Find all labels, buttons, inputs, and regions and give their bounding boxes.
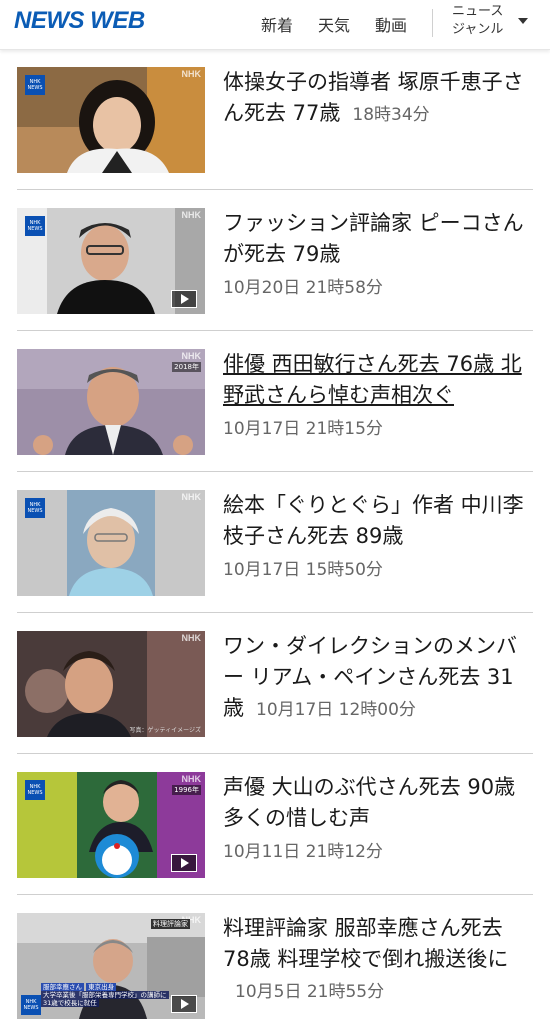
article-title[interactable]: 料理評論家 服部幸應さん死去 78歳 料理学校で倒れ搬送後に 10月5日 21時5… xyxy=(223,913,529,1008)
nhk-watermark: NHK xyxy=(181,210,202,220)
nav-video-link[interactable]: 動画 xyxy=(375,12,407,36)
article-item[interactable]: NHK NEWS NHK ファッション評論家 ピーコさんが死去 79歳 10月20… xyxy=(17,191,533,331)
nav-latest-link[interactable]: 新着 xyxy=(261,12,293,36)
article-title[interactable]: 俳優 西田敏行さん死去 76歳 北野武さんら悼む声相次ぐ 10月17日 21時1… xyxy=(223,349,529,445)
nhk-watermark: NHK xyxy=(181,69,202,79)
article-item[interactable]: NHK 2018年 俳優 西田敏行さん死去 76歳 北野武さんら悼む声相次ぐ 1… xyxy=(17,332,533,472)
caption-line: 大学卒業後「服部栄養専門学校」の講師に xyxy=(41,991,169,999)
caption-line: 31歳で校長に就任 xyxy=(41,999,99,1007)
thumb-caption: 服部幸應さん 東京出身 大学卒業後「服部栄養専門学校」の講師に 31歳で校長に就… xyxy=(41,983,185,1007)
top-header: NEWS WEB 新着 天気 動画 ニュース ジャンル xyxy=(0,0,550,50)
article-title[interactable]: 声優 大山のぶ代さん死去 90歳 多くの惜しむ声 10月11日 21時12分 xyxy=(223,772,529,868)
video-play-icon xyxy=(171,995,197,1013)
year-tag: 1996年 xyxy=(172,785,201,795)
article-time: 10月17日 15時50分 xyxy=(223,560,383,580)
board-label: 料理評論家 xyxy=(151,919,190,929)
article-title-text[interactable]: 声優 大山のぶ代さん死去 90歳 多くの惜しむ声 xyxy=(223,775,515,830)
article-title-text[interactable]: 料理評論家 服部幸應さん死去 78歳 料理学校で倒れ搬送後に xyxy=(223,916,508,971)
article-item[interactable]: NHK 料理評論家 服部幸應さん 東京出身 大学卒業後「服部栄養専門学校」の講師… xyxy=(17,896,533,1024)
article-time: 10月20日 21時58分 xyxy=(223,278,383,298)
nhk-news-icon: NHK NEWS xyxy=(25,75,45,95)
nhk-watermark: NHK xyxy=(181,492,202,502)
article-title-text[interactable]: 俳優 西田敏行さん死去 76歳 北野武さんら悼む声相次ぐ xyxy=(223,352,522,407)
article-time: 10月5日 21時55分 xyxy=(235,982,385,1002)
article-thumbnail[interactable]: NHK 料理評論家 服部幸應さん 東京出身 大学卒業後「服部栄養専門学校」の講師… xyxy=(17,913,205,1019)
article-time: 10月17日 21時15分 xyxy=(223,419,383,439)
article-title[interactable]: 絵本「ぐりとぐら」作者 中川李枝子さん死去 89歳 10月17日 15時50分 xyxy=(223,490,529,586)
article-thumbnail[interactable]: NHK NEWS NHK xyxy=(17,67,205,173)
news-genre-dropdown[interactable]: ニュース ジャンル xyxy=(452,3,542,45)
article-title-text[interactable]: 絵本「ぐりとぐら」作者 中川李枝子さん死去 89歳 xyxy=(223,493,524,548)
article-time: 10月11日 21時12分 xyxy=(223,842,383,862)
article-thumbnail[interactable]: NHK NEWS NHK xyxy=(17,208,205,314)
article-thumbnail[interactable]: NHK NEWS NHK 1996年 xyxy=(17,772,205,878)
photo-credit: 写真：ゲッティイメージズ xyxy=(129,727,201,734)
nhk-watermark: NHK xyxy=(181,774,202,784)
caption-origin: 東京出身 xyxy=(86,983,117,991)
video-play-icon xyxy=(171,854,197,872)
nav-divider xyxy=(432,9,433,37)
nhk-news-icon: NHK NEWS xyxy=(25,780,45,800)
article-thumbnail[interactable]: NHK 写真：ゲッティイメージズ xyxy=(17,631,205,737)
nhk-watermark: NHK xyxy=(181,351,202,361)
article-title[interactable]: ファッション評論家 ピーコさんが死去 79歳 10月20日 21時58分 xyxy=(223,208,529,304)
article-thumbnail[interactable]: NHK NEWS NHK xyxy=(17,490,205,596)
genre-label-line1: ニュース xyxy=(452,4,504,19)
nhk-watermark: NHK xyxy=(181,633,202,643)
article-item[interactable]: NHK NEWS NHK 1996年 声優 大山のぶ代さん死去 90歳 多くの惜し… xyxy=(17,755,533,895)
article-title[interactable]: 体操女子の指導者 塚原千恵子さん死去 77歳 18時34分 xyxy=(223,67,529,131)
nhk-news-icon: NHK NEWS xyxy=(21,995,41,1015)
article-thumbnail[interactable]: NHK 2018年 xyxy=(17,349,205,455)
article-time: 10月17日 12時00分 xyxy=(256,700,416,720)
nhk-news-icon: NHK NEWS xyxy=(25,498,45,518)
article-time: 18時34分 xyxy=(352,105,430,125)
caption-name: 服部幸應さん xyxy=(41,983,84,991)
article-title-text[interactable]: ファッション評論家 ピーコさんが死去 79歳 xyxy=(223,211,524,266)
video-play-icon xyxy=(171,290,197,308)
article-item[interactable]: NHK 写真：ゲッティイメージズ ワン・ダイレクションのメンバー リアム・ペイン… xyxy=(17,614,533,754)
year-tag: 2018年 xyxy=(172,362,201,372)
nhk-news-icon: NHK NEWS xyxy=(25,216,45,236)
article-item[interactable]: NHK NEWS NHK 絵本「ぐりとぐら」作者 中川李枝子さん死去 89歳 10… xyxy=(17,473,533,613)
news-web-logo[interactable]: NEWS WEB xyxy=(14,7,145,35)
article-item[interactable]: NHK NEWS NHK 体操女子の指導者 塚原千恵子さん死去 77歳 18時34分 xyxy=(17,50,533,190)
chevron-down-icon xyxy=(518,18,528,24)
genre-label-line2: ジャンル xyxy=(452,22,504,37)
nav-weather-link[interactable]: 天気 xyxy=(318,12,350,36)
article-title[interactable]: ワン・ダイレクションのメンバー リアム・ペインさん死去 31歳 10月17日 12… xyxy=(223,631,529,726)
